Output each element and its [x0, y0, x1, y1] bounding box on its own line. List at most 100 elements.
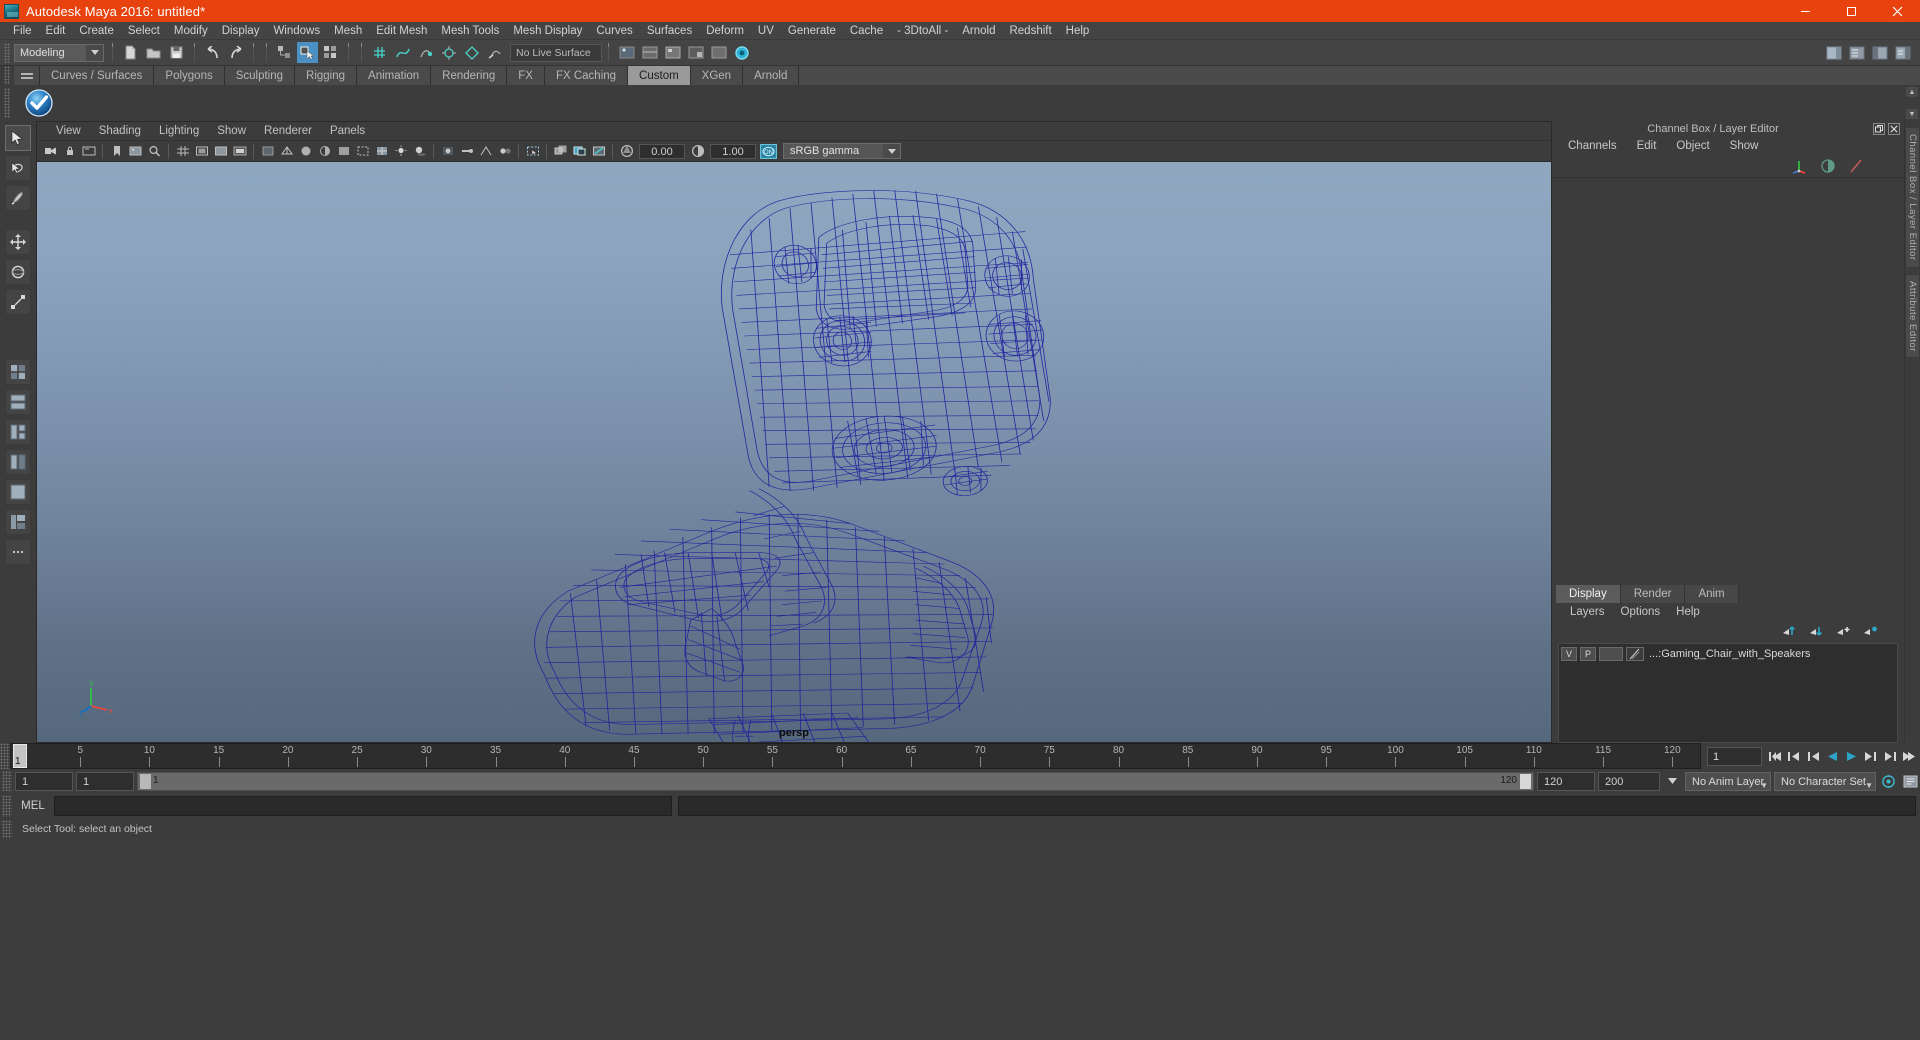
- range-bar[interactable]: 1 120: [137, 771, 1534, 791]
- menu-3dtoall[interactable]: - 3DtoAll -: [890, 22, 955, 40]
- contrast-icon[interactable]: [689, 143, 706, 160]
- menu-help[interactable]: Help: [1059, 22, 1097, 40]
- command-language-label[interactable]: MEL: [12, 800, 54, 812]
- ipr-render-icon[interactable]: [639, 42, 660, 63]
- live-surface-field[interactable]: No Live Surface: [510, 43, 602, 62]
- channel-box-content[interactable]: [1552, 177, 1904, 585]
- layout-four-pane-icon[interactable]: [5, 359, 31, 385]
- shelf-tab-rendering[interactable]: Rendering: [431, 66, 508, 85]
- textured-icon[interactable]: [373, 143, 390, 160]
- gamma-value-field[interactable]: 1.00: [710, 143, 756, 159]
- layout-two-pane-icon[interactable]: [5, 449, 31, 475]
- lasso-tool[interactable]: [5, 155, 31, 181]
- close-button[interactable]: [1874, 0, 1920, 22]
- gate-mask-icon[interactable]: [231, 143, 248, 160]
- layout-more-icon[interactable]: [5, 539, 31, 565]
- menu-display[interactable]: Display: [215, 22, 267, 40]
- film-gate-icon[interactable]: [193, 143, 210, 160]
- shelf-tab-custom[interactable]: Custom: [628, 66, 691, 85]
- move-layer-down-icon[interactable]: [1809, 625, 1824, 637]
- viewport-3d-canvas[interactable]: y x z persp: [37, 162, 1551, 742]
- layer-type-toggle[interactable]: [1599, 646, 1623, 661]
- step-forward-key-icon[interactable]: [1880, 745, 1899, 767]
- flat-shade-icon[interactable]: [335, 143, 352, 160]
- side-tab-channel-box[interactable]: Channel Box / Layer Editor: [1905, 127, 1920, 268]
- layer-tab-anim[interactable]: Anim: [1685, 585, 1739, 603]
- new-scene-icon[interactable]: [120, 42, 141, 63]
- go-to-start-icon[interactable]: [1766, 745, 1785, 767]
- half-circle-icon[interactable]: [1820, 158, 1836, 174]
- show-hide-modeling-toolkit-icon[interactable]: [1823, 42, 1844, 63]
- view-selected-icon[interactable]: [571, 143, 588, 160]
- close-icon[interactable]: [1888, 123, 1900, 135]
- render-view-icon[interactable]: [616, 42, 637, 63]
- show-hide-attribute-editor-icon[interactable]: [1846, 42, 1867, 63]
- snap-view-plane-icon[interactable]: [461, 42, 482, 63]
- image-plane-icon[interactable]: [127, 143, 144, 160]
- channel-menu-show[interactable]: Show: [1720, 140, 1769, 152]
- open-scene-icon[interactable]: [143, 42, 164, 63]
- layout-three-pane-icon[interactable]: [5, 419, 31, 445]
- shelf-tab-fx-caching[interactable]: FX Caching: [544, 66, 629, 85]
- slash-icon[interactable]: [1848, 158, 1864, 174]
- new-layer-icon[interactable]: [1836, 625, 1851, 637]
- render-settings-icon[interactable]: [662, 42, 683, 63]
- time-cursor[interactable]: 1: [13, 744, 27, 768]
- command-input[interactable]: [54, 796, 672, 816]
- channel-menu-channels[interactable]: Channels: [1558, 140, 1627, 152]
- shelf-tab-arnold[interactable]: Arnold: [743, 66, 800, 85]
- layer-tab-display[interactable]: Display: [1556, 585, 1621, 603]
- step-back-key-icon[interactable]: [1785, 745, 1804, 767]
- viewport-menu-shading[interactable]: Shading: [90, 125, 150, 137]
- menu-curves[interactable]: Curves: [589, 22, 639, 40]
- menu-generate[interactable]: Generate: [781, 22, 843, 40]
- paint-select-tool[interactable]: [5, 185, 31, 211]
- shelf-tab-curves-surfaces[interactable]: Curves / Surfaces: [40, 66, 155, 85]
- range-handle-left[interactable]: [140, 773, 151, 789]
- toolbar-gripper[interactable]: [4, 42, 10, 63]
- command-output[interactable]: [678, 796, 1916, 816]
- maximize-button[interactable]: [1828, 0, 1874, 22]
- character-set-select[interactable]: No Character Set ▼: [1774, 771, 1876, 791]
- playback-end-field[interactable]: 120: [1537, 771, 1595, 791]
- menu-set-selector[interactable]: Modeling: [14, 43, 104, 62]
- menu-select[interactable]: Select: [121, 22, 167, 40]
- menu-modify[interactable]: Modify: [167, 22, 215, 40]
- screen-space-ao-icon[interactable]: [439, 143, 456, 160]
- menu-arnold[interactable]: Arnold: [955, 22, 1002, 40]
- camera-attributes-icon[interactable]: [80, 143, 97, 160]
- menu-mesh[interactable]: Mesh: [327, 22, 369, 40]
- xray-icon[interactable]: [259, 143, 276, 160]
- shelf-tab-fx[interactable]: FX: [507, 66, 545, 85]
- layout-hypergraph-icon[interactable]: [5, 509, 31, 535]
- menu-edit[interactable]: Edit: [39, 22, 73, 40]
- shelf-tab-animation[interactable]: Animation: [357, 66, 432, 85]
- shelf-menu-icon[interactable]: [14, 66, 40, 85]
- rotate-tool[interactable]: [5, 259, 31, 285]
- select-component-icon[interactable]: [320, 42, 341, 63]
- show-hide-channel-box-icon[interactable]: [1892, 42, 1913, 63]
- chevron-down-icon[interactable]: ▼: [1906, 109, 1918, 119]
- time-slider-gripper[interactable]: [0, 743, 10, 769]
- resolution-gate-icon[interactable]: [212, 143, 229, 160]
- scale-tool[interactable]: [5, 289, 31, 315]
- range-handle-right[interactable]: [1520, 773, 1531, 789]
- menu-windows[interactable]: Windows: [266, 22, 327, 40]
- color-management-toggle[interactable]: ON: [760, 143, 777, 160]
- exposure-icon[interactable]: [618, 143, 635, 160]
- viewport-menu-lighting[interactable]: Lighting: [150, 125, 208, 137]
- channel-menu-edit[interactable]: Edit: [1627, 140, 1667, 152]
- render-sequence-icon[interactable]: [708, 42, 729, 63]
- play-backwards-icon[interactable]: [1823, 745, 1842, 767]
- multisample-aa-icon[interactable]: [477, 143, 494, 160]
- menu-deform[interactable]: Deform: [699, 22, 751, 40]
- redo-icon[interactable]: [225, 42, 246, 63]
- play-forwards-icon[interactable]: [1842, 745, 1861, 767]
- layer-tab-render[interactable]: Render: [1620, 585, 1686, 603]
- shelf-body-gripper[interactable]: [4, 88, 10, 118]
- channel-menu-object[interactable]: Object: [1666, 140, 1719, 152]
- exposure-value-field[interactable]: 0.00: [639, 143, 685, 159]
- smooth-shade-selected-icon[interactable]: [316, 143, 333, 160]
- layer-menu-layers[interactable]: Layers: [1562, 606, 1613, 618]
- playback-start-field[interactable]: 1: [76, 771, 134, 791]
